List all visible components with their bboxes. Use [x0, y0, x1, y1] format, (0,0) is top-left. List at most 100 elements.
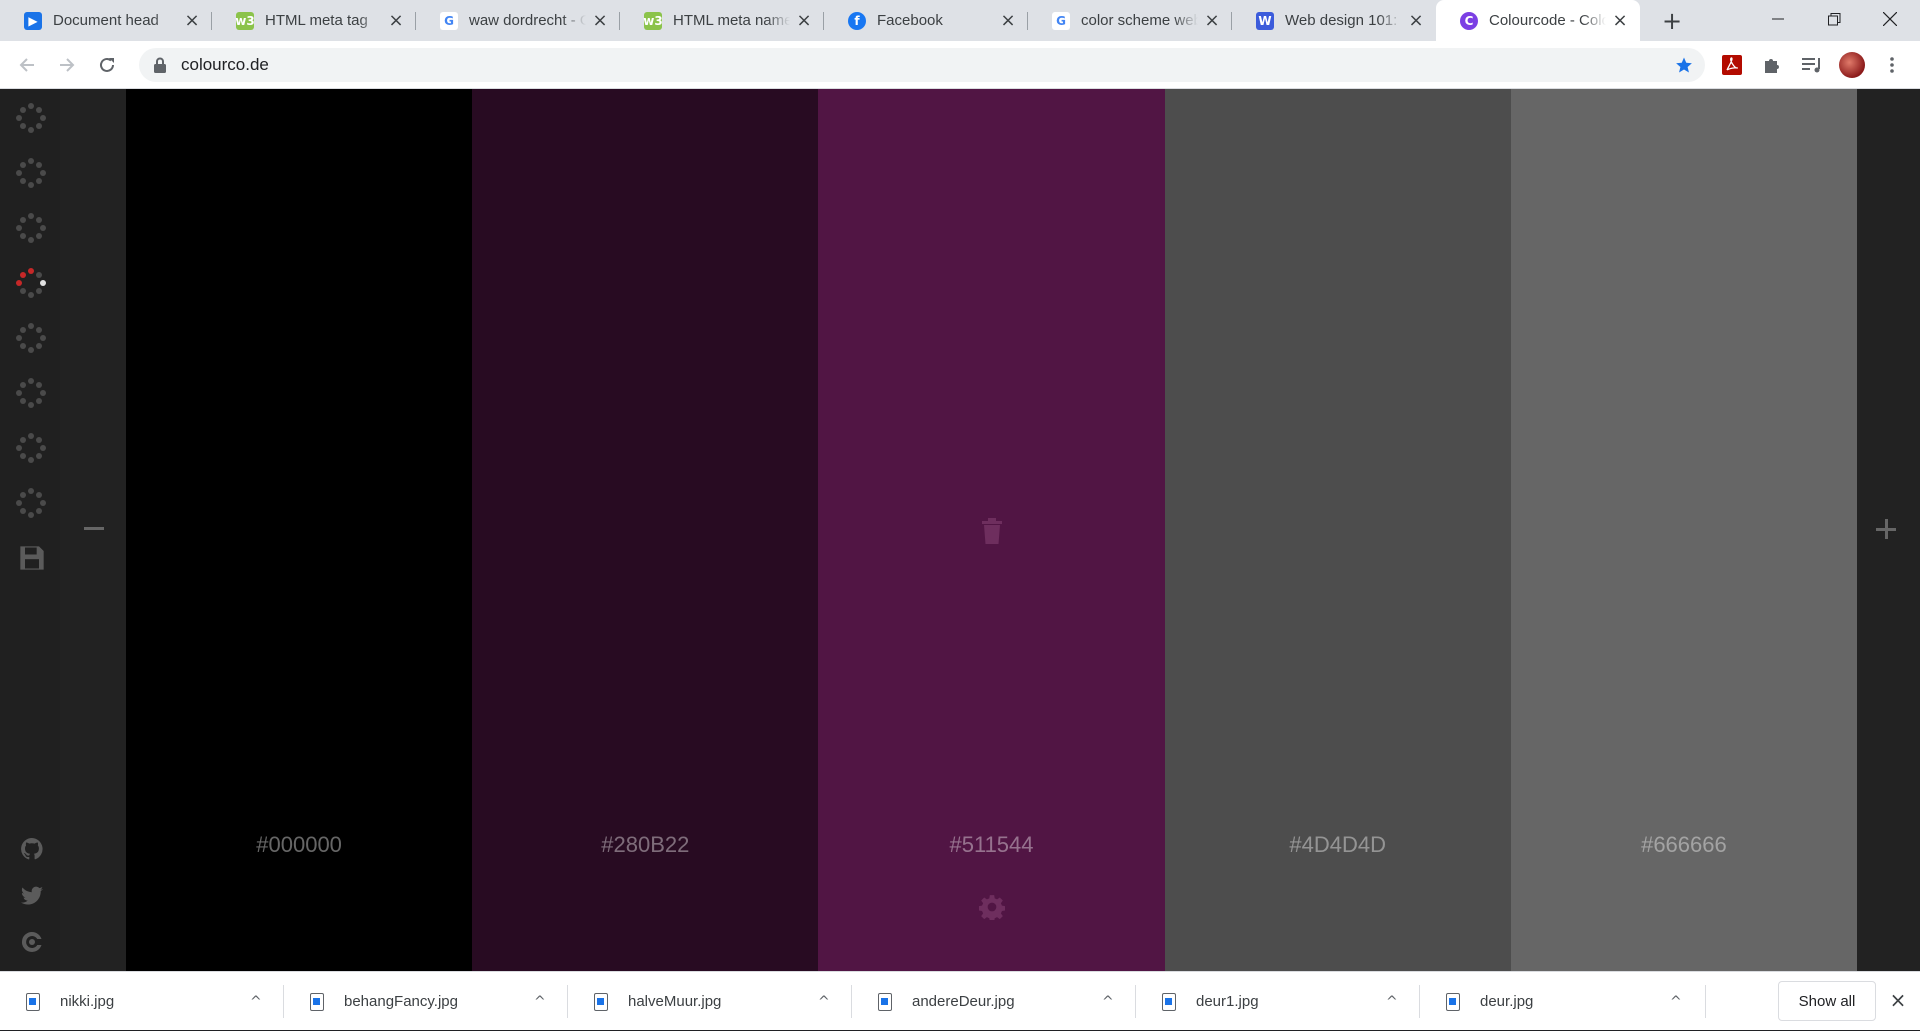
tab-facebook[interactable]: f Facebook ×	[824, 0, 1028, 41]
reload-button[interactable]	[91, 49, 123, 81]
download-item[interactable]: deur.jpg ^	[1420, 972, 1706, 1031]
scheme-dot	[28, 268, 34, 274]
chevron-up-icon[interactable]: ^	[1102, 994, 1114, 1010]
tab-html-meta-name[interactable]: w3 HTML meta name ×	[620, 0, 824, 41]
gear-icon[interactable]	[978, 894, 1005, 920]
close-icon[interactable]: ×	[388, 10, 404, 31]
profile-button[interactable]	[1836, 49, 1868, 81]
hex-label[interactable]: #666666	[1511, 832, 1857, 858]
download-item[interactable]: halveMuur.jpg ^	[568, 972, 852, 1031]
download-item[interactable]: andereDeur.jpg ^	[852, 972, 1136, 1031]
scheme-square-button[interactable]	[14, 321, 48, 355]
close-icon[interactable]: ×	[184, 10, 200, 31]
restore-icon	[1827, 12, 1840, 25]
forward-button[interactable]	[51, 49, 83, 81]
close-icon[interactable]: ×	[1000, 10, 1016, 31]
scheme-dot	[28, 158, 34, 164]
download-item[interactable]: nikki.jpg ^	[0, 972, 284, 1031]
color-swatch[interactable]: #666666	[1510, 89, 1858, 971]
save-icon[interactable]	[18, 544, 46, 572]
tab-color-scheme-web[interactable]: G color scheme web ×	[1028, 0, 1232, 41]
hex-label[interactable]: #000000	[126, 832, 472, 858]
scheme-dot	[36, 161, 43, 168]
w-icon: W	[1256, 11, 1274, 30]
scheme-dot	[28, 127, 34, 133]
color-swatch[interactable]: #4D4D4D	[1164, 89, 1511, 971]
hex-label[interactable]: #4D4D4D	[1165, 832, 1511, 858]
tab-colourcode[interactable]: C Colourcode - Colo ×	[1436, 0, 1640, 41]
scheme-dot	[19, 123, 26, 130]
scheme-dot	[19, 398, 26, 405]
image-file-icon	[310, 992, 324, 1011]
colourcode-logo-icon[interactable]	[20, 930, 44, 954]
address-bar[interactable]: colourco.de	[139, 48, 1705, 82]
pdf-icon	[1722, 55, 1742, 75]
scheme-dot	[16, 335, 22, 341]
puzzle-icon	[1765, 59, 1779, 73]
hex-label[interactable]: #280B22	[472, 832, 818, 858]
scheme-dot	[40, 500, 46, 506]
scheme-dot	[36, 398, 43, 405]
scheme-dot	[16, 170, 22, 176]
scheme-quad-button[interactable]	[14, 431, 48, 465]
lock-icon	[154, 57, 166, 73]
scheme-monochrome-button[interactable]	[14, 266, 48, 300]
tab-waw-dordrecht[interactable]: G waw dordrecht - G ×	[416, 0, 620, 41]
color-swatch[interactable]: #000000	[126, 89, 473, 971]
color-swatch[interactable]: #511544	[818, 89, 1165, 971]
download-filename: behangFancy.jpg	[344, 993, 458, 1010]
w3-icon: w3	[643, 11, 663, 30]
color-swatch[interactable]: #280B22	[472, 89, 819, 971]
restore-button[interactable]	[1806, 0, 1862, 38]
scheme-dot	[40, 280, 46, 286]
download-item[interactable]: deur1.jpg ^	[1136, 972, 1420, 1031]
scheme-dot	[36, 508, 43, 515]
image-file-icon	[594, 992, 608, 1011]
chevron-up-icon[interactable]: ^	[1386, 994, 1398, 1010]
github-icon[interactable]	[20, 837, 44, 861]
remove-color-button[interactable]	[84, 527, 104, 530]
scheme-analogic-button[interactable]	[14, 101, 48, 135]
tab-web-design-101[interactable]: W Web design 101: c ×	[1232, 0, 1436, 41]
trash-icon[interactable]	[980, 517, 1004, 545]
hex-label[interactable]: #511544	[818, 832, 1164, 858]
pdf-extension-button[interactable]	[1716, 49, 1748, 81]
tab-document-head[interactable]: ▶ Document head ×	[0, 0, 212, 41]
scheme-triad-button[interactable]	[14, 211, 48, 245]
chevron-up-icon[interactable]: ^	[1670, 994, 1682, 1010]
close-icon[interactable]: ×	[1204, 10, 1220, 31]
scheme-split-button[interactable]	[14, 486, 48, 520]
extensions-button[interactable]	[1756, 49, 1788, 81]
close-window-button[interactable]	[1862, 0, 1918, 38]
star-icon[interactable]	[1675, 56, 1693, 74]
close-icon[interactable]: ×	[796, 10, 812, 31]
close-icon[interactable]: ×	[1612, 10, 1628, 31]
scheme-tetrad-button[interactable]	[14, 376, 48, 410]
menu-button[interactable]	[1876, 49, 1908, 81]
scheme-dot	[19, 508, 26, 515]
close-icon[interactable]: ×	[592, 10, 608, 31]
close-download-bar-button[interactable]: ×	[1886, 988, 1910, 1012]
url-text[interactable]: colourco.de	[181, 55, 269, 75]
twitter-icon[interactable]	[20, 884, 44, 908]
chevron-up-icon[interactable]: ^	[818, 994, 830, 1010]
download-separator	[1705, 985, 1706, 1018]
chevron-up-icon[interactable]: ^	[250, 994, 262, 1010]
download-filename: nikki.jpg	[60, 993, 115, 1010]
close-icon[interactable]: ×	[1408, 10, 1424, 31]
scheme-dot	[36, 453, 43, 460]
chevron-up-icon[interactable]: ^	[534, 994, 546, 1010]
scheme-dot	[28, 323, 34, 329]
media-control-button[interactable]	[1796, 49, 1828, 81]
scheme-dot	[28, 213, 34, 219]
scheme-dot	[16, 445, 22, 451]
tab-html-meta-tag[interactable]: w3 HTML meta tag ×	[212, 0, 416, 41]
show-all-button[interactable]: Show all	[1778, 981, 1876, 1021]
add-color-button[interactable]	[1876, 519, 1896, 539]
back-button[interactable]	[11, 49, 43, 81]
scheme-complementary-button[interactable]	[14, 156, 48, 190]
tab-title: Document head	[53, 12, 159, 29]
minimize-button[interactable]	[1750, 0, 1806, 38]
new-tab-button[interactable]: +	[1657, 6, 1687, 36]
download-item[interactable]: behangFancy.jpg ^	[284, 972, 568, 1031]
